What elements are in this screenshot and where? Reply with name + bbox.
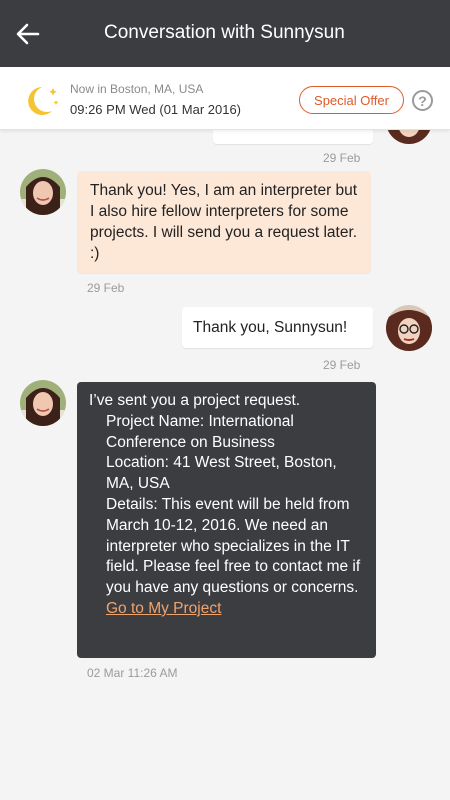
message-timestamp: 29 Feb bbox=[87, 281, 125, 295]
current-location: Now in Boston, MA, USA bbox=[70, 82, 204, 96]
message-text: Thank you! Yes, I am an interpreter but … bbox=[90, 182, 358, 262]
message-timestamp: 02 Mar 11:26 AM bbox=[87, 666, 178, 680]
app-bar: Conversation with Sunnysun bbox=[0, 0, 450, 67]
local-datetime: 09:26 PM Wed (01 Mar 2016) bbox=[70, 102, 242, 117]
chat-message-outgoing: Thank you, Sunnysun! bbox=[182, 307, 373, 348]
request-details: Details: This event will be held from Ma… bbox=[106, 495, 361, 597]
my-avatar bbox=[386, 130, 432, 144]
night-moon-icon bbox=[22, 81, 62, 119]
chat-message-incoming: Thank you! Yes, I am an interpreter but … bbox=[77, 171, 371, 273]
location-info-bar: Now in Boston, MA, USA 09:26 PM Wed (01 … bbox=[0, 67, 450, 130]
special-offer-button[interactable]: Special Offer bbox=[299, 86, 404, 114]
help-icon[interactable]: ? bbox=[412, 90, 433, 111]
project-request-message: I’ve sent you a project request. Project… bbox=[77, 382, 376, 658]
go-to-my-project-link[interactable]: Go to My Project bbox=[106, 600, 221, 617]
my-avatar bbox=[386, 305, 432, 351]
back-arrow-icon[interactable] bbox=[14, 20, 42, 48]
sunnysun-avatar bbox=[20, 380, 66, 426]
chat-message-outgoing-partial bbox=[213, 130, 373, 144]
chat-thread[interactable]: 29 Feb Thank you! Yes, I am an interpret… bbox=[0, 130, 450, 800]
sunnysun-avatar bbox=[20, 169, 66, 215]
conversation-title: Conversation with Sunnysun bbox=[104, 22, 345, 43]
request-intro: I’ve sent you a project request. bbox=[89, 392, 301, 409]
message-text: Thank you, Sunnysun! bbox=[193, 319, 348, 336]
message-timestamp: 29 Feb bbox=[323, 151, 361, 165]
request-project-name: Project Name: International Conference o… bbox=[106, 412, 294, 451]
message-timestamp: 29 Feb bbox=[323, 358, 361, 372]
request-location: Location: 41 West Street, Boston, MA, US… bbox=[106, 454, 337, 493]
